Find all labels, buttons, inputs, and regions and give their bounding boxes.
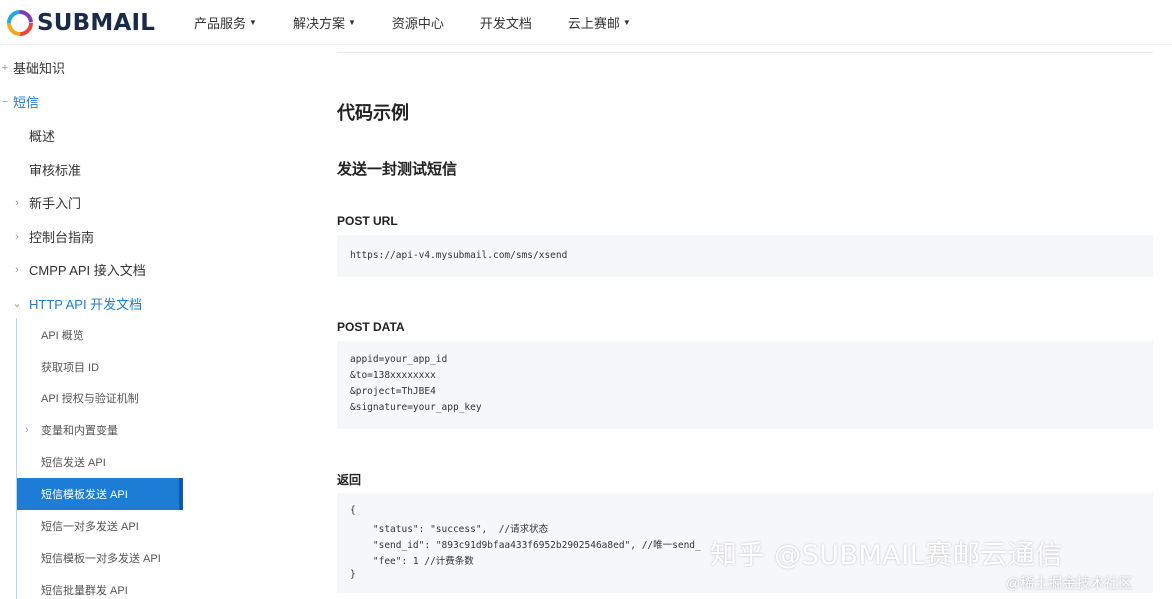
sidebar-item-label: 短信 <box>13 95 40 110</box>
sidebar-item-variables[interactable]: › 变量和内置变量 <box>17 414 183 446</box>
sidebar-item-api-overview[interactable]: API 概览 <box>17 319 183 351</box>
main-nav: 产品服务 ▼ 解决方案 ▼ 资源中心 开发文档 云上赛邮 ▼ <box>194 0 667 45</box>
section-title: 代码示例 <box>337 103 409 123</box>
docs-sidebar: + 基础知识 − 短信 概述 审核标准 › 新手入门 › 控制台指南 › CMP… <box>0 46 190 599</box>
sidebar-item-sms-send-api[interactable]: 短信发送 API <box>17 446 183 478</box>
chevron-right-icon: › <box>15 196 19 209</box>
nav-label: 开发文档 <box>479 16 532 31</box>
sidebar-item-project-id[interactable]: 获取项目 ID <box>17 351 183 383</box>
sidebar-item-overview[interactable]: 概述 <box>29 126 55 145</box>
code-line: &to=138xxxxxxxx <box>350 370 436 381</box>
sidebar-item-label: 获取项目 ID <box>41 362 100 374</box>
sidebar-item-label: 基础知识 <box>13 61 66 76</box>
divider <box>337 52 1153 53</box>
plus-icon: + <box>1 61 9 74</box>
sidebar-item-label: API 授权与验证机制 <box>41 393 139 405</box>
top-header: SUBMAIL 产品服务 ▼ 解决方案 ▼ 资源中心 开发文档 云上赛邮 ▼ <box>0 0 1172 45</box>
sidebar-item-label: 短信发送 API <box>41 457 106 469</box>
sidebar-item-label: 短信模板一对多发送 API <box>41 553 161 565</box>
nav-dev-docs[interactable]: 开发文档 <box>480 13 532 32</box>
chevron-down-icon: ⌄ <box>12 298 22 310</box>
sidebar-item-review-standards[interactable]: 审核标准 <box>29 160 81 179</box>
sidebar-item-api-auth[interactable]: API 授权与验证机制 <box>17 382 183 414</box>
nav-solutions[interactable]: 解决方案 ▼ <box>293 13 356 32</box>
post-data-code-block: appid=your_app_id &to=138xxxxxxxx &proje… <box>337 341 1153 429</box>
sidebar-item-cmpp-api[interactable]: › CMPP API 接入文档 <box>12 260 146 279</box>
sidebar-item-multisend-api[interactable]: 短信一对多发送 API <box>17 510 183 542</box>
caret-down-icon: ▼ <box>347 18 356 27</box>
sidebar-item-template-multisend-api[interactable]: 短信模板一对多发送 API <box>17 542 183 574</box>
sidebar-item-label: 短信批量群发 API <box>41 585 128 597</box>
code-line: "fee": 1 //计费条数 <box>350 556 474 567</box>
sidebar-item-label: 短信一对多发送 API <box>41 521 139 533</box>
caret-down-icon: ▼ <box>249 18 257 27</box>
sidebar-item-label: 概述 <box>29 129 56 144</box>
code-line: &project=ThJBE4 <box>350 386 436 397</box>
code-line: https://api-v4.mysubmail.com/sms/xsend <box>350 250 568 261</box>
sidebar-item-label: 新手入门 <box>29 196 82 211</box>
caret-down-icon: ▼ <box>622 18 631 27</box>
sidebar-item-sms[interactable]: − 短信 <box>0 92 39 111</box>
sidebar-item-console-guide[interactable]: › 控制台指南 <box>12 227 94 246</box>
juejin-watermark: @稀土掘金技术社区 <box>1006 575 1133 591</box>
sidebar-item-http-api[interactable]: ⌄ HTTP API 开发文档 <box>12 294 142 313</box>
sidebar-item-template-send-api[interactable]: 短信模板发送 API <box>17 478 183 510</box>
post-data-label: POST DATA <box>337 320 405 334</box>
sidebar-item-label: HTTP API 开发文档 <box>29 297 143 312</box>
sidebar-item-label: CMPP API 接入文档 <box>29 263 146 278</box>
code-line: "send_id": "893c91d9bfaa433f6952b2902546… <box>350 540 701 551</box>
code-line: { <box>350 505 356 516</box>
chevron-right-icon: › <box>25 424 29 436</box>
code-line: &signature=your_app_key <box>350 402 482 413</box>
nav-label: 产品服务 <box>194 16 247 31</box>
sidebar-item-basics[interactable]: + 基础知识 <box>0 58 65 77</box>
nav-cloud[interactable]: 云上赛邮 ▼ <box>568 13 631 32</box>
zhihu-watermark: 知乎 @SUBMAIL赛邮云通信 <box>710 540 1063 571</box>
return-label: 返回 <box>337 473 362 487</box>
sidebar-item-batch-send-api[interactable]: 短信批量群发 API <box>17 574 183 599</box>
nav-resources[interactable]: 资源中心 <box>392 13 444 32</box>
section-subtitle: 发送一封测试短信 <box>337 161 458 178</box>
post-url-code-block: https://api-v4.mysubmail.com/sms/xsend <box>337 235 1153 277</box>
nav-label: 解决方案 <box>292 16 345 31</box>
code-line: } <box>350 569 356 580</box>
sidebar-item-getting-started[interactable]: › 新手入门 <box>12 193 81 212</box>
sidebar-item-label: 变量和内置变量 <box>41 425 118 437</box>
brand-name: SUBMAIL <box>37 10 156 36</box>
nav-label: 云上赛邮 <box>567 16 620 31</box>
doc-content: 代码示例 发送一封测试短信 POST URL https://api-v4.my… <box>337 46 1153 599</box>
code-line: "status": "success", //请求状态 <box>350 524 549 535</box>
nav-products[interactable]: 产品服务 ▼ <box>194 13 257 32</box>
chevron-right-icon: › <box>15 263 19 276</box>
chevron-right-icon: › <box>15 230 19 243</box>
sidebar-item-label: 审核标准 <box>29 163 82 178</box>
submail-logo-icon <box>7 10 33 36</box>
nav-label: 资源中心 <box>391 16 444 31</box>
code-line: appid=your_app_id <box>350 354 448 365</box>
minus-icon: − <box>1 95 9 108</box>
brand-logo[interactable]: SUBMAIL <box>6 8 155 38</box>
post-url-label: POST URL <box>337 214 398 228</box>
sidebar-item-label: 短信模板发送 API <box>41 489 128 501</box>
sidebar-item-label: 控制台指南 <box>29 230 95 245</box>
sidebar-item-label: API 概览 <box>41 330 84 342</box>
